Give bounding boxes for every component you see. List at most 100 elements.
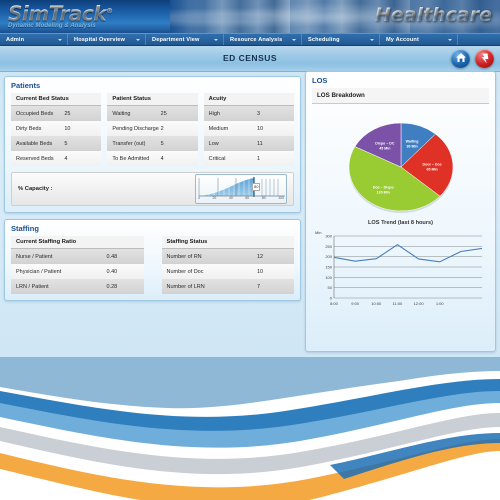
patients-panel-title: Patients xyxy=(11,81,41,90)
capacity-gauge[interactable]: 80 0 20 40 60 80 100 xyxy=(195,174,287,204)
row-label: Available Beds xyxy=(16,140,53,147)
row-value: 12 xyxy=(257,253,264,260)
x-axis-tick-label: 1:00 xyxy=(436,301,445,306)
pie-slice-label: Door – Doc xyxy=(423,162,442,166)
table-row: Physician / Patient 0.40 xyxy=(11,264,144,279)
chevron-down-icon xyxy=(136,38,140,41)
pie-slice-label: Doc – Dispo xyxy=(373,186,395,190)
capacity-meter-row: % Capacity : 80 0 20 40 60 80 100 xyxy=(11,172,294,206)
los-panel-title: LOS xyxy=(312,76,328,85)
nav-item-scheduling[interactable]: Scheduling xyxy=(302,34,380,45)
scale-tick: 40 xyxy=(228,196,233,200)
nav-label: My Account xyxy=(386,36,419,43)
table-row: LRN / Patient 0.28 xyxy=(11,279,144,294)
card-header: Patient Status xyxy=(107,93,198,106)
nav-label: Admin xyxy=(6,36,25,43)
row-value: 25 xyxy=(64,110,71,117)
header-banner: SimTrack® Dynamic Modeling & Analysis He… xyxy=(0,0,500,33)
row-value: 10 xyxy=(257,268,264,275)
table-row: Reserved Beds 4 xyxy=(11,151,102,166)
chevron-down-icon xyxy=(292,38,296,41)
logo-wordmark: SimTrack® xyxy=(8,1,168,24)
nav-label: Department View xyxy=(152,36,200,43)
row-value: 3 xyxy=(256,110,261,117)
los-panel-body: LOS Breakdown Waiting 30 Min Door – Doc 65 … xyxy=(306,88,495,324)
nav-label: Resource Analysis xyxy=(230,36,283,43)
table-row: Critical 1 xyxy=(203,151,294,166)
card-header: Current Bed Status xyxy=(11,93,102,106)
y-axis-tick-label: 150 xyxy=(325,265,332,270)
capacity-label: % Capacity : xyxy=(18,186,53,192)
x-axis-tick-label: 10:00 xyxy=(371,301,382,306)
row-value: 11 xyxy=(256,140,263,147)
row-label: Occupied Beds xyxy=(16,110,54,117)
row-value: 4 xyxy=(64,155,68,162)
scale-tick: 60 xyxy=(245,196,250,200)
row-label: Low xyxy=(208,140,219,147)
chevron-down-icon xyxy=(214,38,218,41)
brand-healthcare: Healthcare xyxy=(374,4,492,26)
x-axis-tick-label: 8:00 xyxy=(330,301,339,306)
row-value: 4 xyxy=(160,155,164,162)
table-row: Pending Discharge 2 xyxy=(107,121,198,136)
row-label: LRN / Patient xyxy=(16,283,49,290)
table-row: Transfer (out) 5 xyxy=(107,136,198,151)
y-axis-tick-label: 250 xyxy=(325,244,332,249)
card-header: Current Staffing Ratio xyxy=(11,236,144,249)
row-label: Waiting xyxy=(112,110,131,117)
scale-tick: 80 xyxy=(261,196,266,200)
nav-item-my-account[interactable]: My Account xyxy=(380,34,458,45)
table-row: Occupied Beds 25 xyxy=(11,106,102,121)
los-panel: LOS LOS Breakdown Waiting 30 Min Door – Do… xyxy=(305,71,496,352)
trend-series-line xyxy=(333,244,483,263)
staffing-panel-body: Current Staffing Ratio Nurse / Patient 0… xyxy=(5,236,300,300)
row-label: High xyxy=(208,110,220,117)
los-trend-chart: Min 0 50 100 150 200 250 300 8:00 9:00 10:00 11:0… xyxy=(312,226,489,318)
app-logo[interactable]: SimTrack® Dynamic Modeling & Analysis xyxy=(8,1,168,29)
nav-label: Hospital Overview xyxy=(74,36,126,43)
row-label: Critical xyxy=(208,155,226,162)
staffing-panel: Staffing Current Staffing Ratio Nurse / … xyxy=(4,219,301,301)
pie-slice-value: 45 Min xyxy=(379,146,390,150)
card-header: Staffing Status xyxy=(161,236,294,249)
row-value: 25 xyxy=(160,110,167,117)
y-axis-tick-label: 100 xyxy=(325,275,332,280)
patients-panel-body: Current Bed Status Occupied Beds 25 Dirt… xyxy=(5,93,300,212)
nav-label: Scheduling xyxy=(308,36,340,43)
nav-item-hospital-overview[interactable]: Hospital Overview xyxy=(68,34,146,45)
row-label: Medium xyxy=(208,125,229,132)
x-axis-tick-label: 11:00 xyxy=(393,301,403,306)
acuity-card: Acuity High 3 Medium 10 Low 11 Critical … xyxy=(203,93,294,166)
logout-icon[interactable] xyxy=(475,49,494,68)
logo-trademark: ® xyxy=(106,7,113,15)
nav-item-admin[interactable]: Admin xyxy=(0,34,68,45)
row-label: Physician / Patient xyxy=(16,268,62,275)
card-header: Acuity xyxy=(203,93,294,106)
home-icon[interactable] xyxy=(451,49,470,68)
scale-tick: 100 xyxy=(278,196,284,200)
pie-slice-label: Waiting xyxy=(406,139,419,143)
x-axis-tick-label: 9:00 xyxy=(351,301,360,306)
row-value: 2 xyxy=(160,125,164,132)
table-row: Available Beds 5 xyxy=(11,136,102,151)
nav-item-resource-analysis[interactable]: Resource Analysis xyxy=(224,34,302,45)
chevron-down-icon xyxy=(58,38,62,41)
logo-tagline: Dynamic Modeling & Analysis xyxy=(8,22,96,29)
row-label: Number of LRN xyxy=(166,283,205,290)
chevron-down-icon xyxy=(448,38,452,41)
row-value: 5 xyxy=(160,140,164,147)
row-label: Reserved Beds xyxy=(16,155,54,162)
table-row: Number of Doc 10 xyxy=(161,264,294,279)
footer-decoration xyxy=(0,357,500,500)
title-bar-actions xyxy=(451,49,494,68)
nav-item-department-view[interactable]: Department View xyxy=(146,34,224,45)
table-row: Number of RN 12 xyxy=(161,249,294,264)
table-row: Number of LRN 7 xyxy=(161,279,294,294)
application-window: SimTrack® Dynamic Modeling & Analysis He… xyxy=(0,0,500,500)
pie-slice-label: Dispo – DC xyxy=(375,141,395,145)
row-label: To Be Admitted xyxy=(112,155,150,162)
patients-panel: Patients Current Bed Status Occupied Bed… xyxy=(4,76,301,213)
row-value: 10 xyxy=(64,125,71,132)
patient-status-card: Patient Status Waiting 25 Pending Discha… xyxy=(107,93,198,166)
